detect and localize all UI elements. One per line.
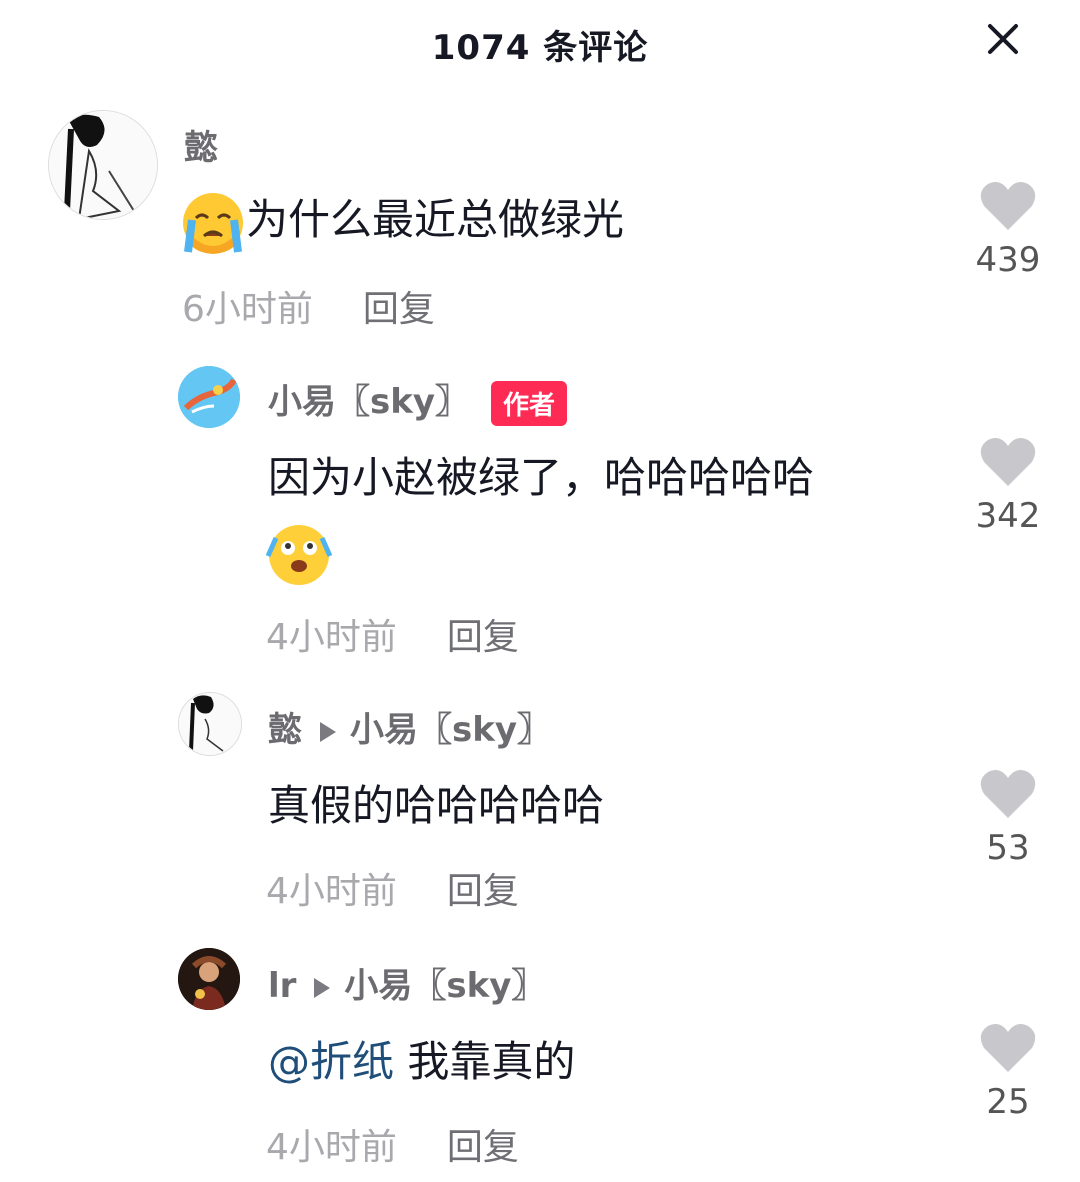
like-control: 342 xyxy=(968,436,1048,536)
reply-to-username[interactable]: 小易〖sky〗 xyxy=(344,966,545,1006)
author-badge: 作者 xyxy=(491,381,568,426)
avatar[interactable] xyxy=(178,366,240,428)
like-control: 439 xyxy=(968,180,1048,280)
like-count: 25 xyxy=(986,1082,1030,1122)
close-icon[interactable] xyxy=(982,18,1024,60)
like-count: 53 xyxy=(986,828,1030,868)
heart-icon[interactable] xyxy=(980,180,1036,232)
comment-text: 真假的哈哈哈哈哈 xyxy=(268,768,604,844)
username-row: 小易〖sky〗 作者 xyxy=(268,374,568,426)
username[interactable]: lr xyxy=(268,966,296,1006)
comments-header: 1074 条评论 xyxy=(0,0,1080,86)
reply-button[interactable]: 回复 xyxy=(447,871,519,912)
username[interactable]: 懿 xyxy=(268,710,302,750)
like-count: 342 xyxy=(975,496,1041,536)
comment-text: 为什么最近总做绿光 xyxy=(180,182,624,258)
username-row: 懿 小易〖sky〗 xyxy=(268,702,551,751)
comment-count-title: 1074 条评论 xyxy=(431,28,649,68)
timestamp: 4小时前 xyxy=(266,617,397,658)
reply-arrow-icon xyxy=(320,721,336,742)
avatar[interactable] xyxy=(178,692,242,756)
timestamp: 4小时前 xyxy=(266,871,397,912)
comment-text-body: 因为小赵被绿了，哈哈哈哈哈 xyxy=(268,453,815,502)
like-control: 53 xyxy=(968,768,1048,868)
username-row: lr 小易〖sky〗 xyxy=(268,958,545,1007)
comment-meta: 4小时前 回复 xyxy=(266,1118,519,1170)
timestamp: 4小时前 xyxy=(266,1127,397,1168)
mention-link[interactable]: @折纸 xyxy=(268,1037,394,1086)
comment-meta: 4小时前 回复 xyxy=(266,862,519,914)
heart-icon[interactable] xyxy=(980,768,1036,820)
comment-meta: 6小时前 回复 xyxy=(182,280,435,332)
comment-meta: 4小时前 回复 xyxy=(266,608,519,660)
comment-text: @折纸 我靠真的 xyxy=(268,1024,575,1100)
timestamp: 6小时前 xyxy=(182,289,313,330)
reply-button[interactable]: 回复 xyxy=(447,617,519,658)
avatar[interactable] xyxy=(178,948,240,1010)
reply-to-username[interactable]: 小易〖sky〗 xyxy=(350,710,551,750)
username[interactable]: 小易〖sky〗 xyxy=(268,382,469,422)
comment-text-body: 我靠真的 xyxy=(394,1037,576,1086)
like-control: 25 xyxy=(968,1022,1048,1122)
reply-button[interactable]: 回复 xyxy=(447,1127,519,1168)
reply-arrow-icon xyxy=(314,977,331,998)
comment-text-body: 为什么最近总做绿光 xyxy=(246,195,625,244)
like-count: 439 xyxy=(975,240,1041,280)
heart-icon[interactable] xyxy=(980,436,1036,488)
comment-text-body: 真假的哈哈哈哈哈 xyxy=(268,781,605,830)
comment-emoji-line xyxy=(266,514,332,590)
heart-icon[interactable] xyxy=(980,1022,1036,1074)
laughing-tears-emoji xyxy=(266,524,332,585)
crying-face-emoji xyxy=(183,192,243,254)
comment-text: 因为小赵被绿了，哈哈哈哈哈 xyxy=(268,440,814,516)
username[interactable]: 懿 xyxy=(184,120,218,169)
avatar[interactable] xyxy=(48,110,158,220)
reply-button[interactable]: 回复 xyxy=(363,289,435,330)
